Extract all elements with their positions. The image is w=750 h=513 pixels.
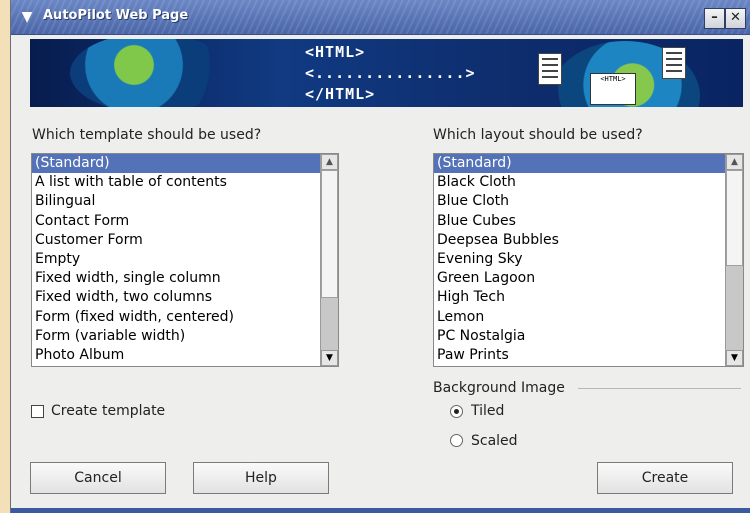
html-document-icon: <HTML> — [590, 73, 636, 105]
list-item[interactable]: PC Nostalgia — [434, 327, 725, 346]
title-bar[interactable]: ▼ AutoPilot Web Page – ✕ — [11, 0, 750, 35]
banner-code-line-3: </HTML> — [305, 85, 376, 103]
banner-code-line-2: <...............> — [305, 64, 476, 82]
scaled-radio[interactable] — [450, 434, 463, 447]
cancel-button[interactable]: Cancel — [30, 462, 166, 494]
globe-left-image — [70, 39, 230, 107]
list-item[interactable]: (Standard) — [434, 154, 725, 174]
list-item[interactable]: High Tech — [434, 288, 725, 307]
window-title: AutoPilot Web Page — [43, 8, 189, 23]
background-image-label: Background Image — [433, 380, 565, 396]
list-item[interactable]: Blue Cloth — [434, 192, 725, 211]
list-item[interactable]: A list with table of contents — [32, 173, 320, 192]
document-icon — [662, 47, 686, 79]
minimize-button[interactable]: – — [704, 8, 725, 29]
list-item[interactable]: Deepsea Bubbles — [434, 231, 725, 250]
scroll-thumb[interactable] — [321, 170, 338, 298]
scroll-thumb[interactable] — [726, 170, 743, 266]
list-item[interactable]: Empty — [32, 250, 320, 269]
scroll-down-icon[interactable]: ▼ — [321, 350, 338, 366]
scroll-up-icon[interactable]: ▲ — [321, 154, 338, 170]
list-item[interactable]: Green Lagoon — [434, 269, 725, 288]
template-label: Which template should be used? — [32, 127, 262, 143]
list-item[interactable]: Contact Form — [32, 212, 320, 231]
create-template-checkbox[interactable] — [31, 405, 44, 418]
list-item[interactable]: (Standard) — [32, 154, 320, 174]
list-item[interactable]: Form (fixed width, centered) — [32, 308, 320, 327]
list-item[interactable]: Photo Album — [32, 346, 320, 365]
document-icon — [538, 53, 562, 85]
layout-scrollbar[interactable]: ▲ ▼ — [725, 154, 743, 366]
list-item[interactable]: Blue Cubes — [434, 212, 725, 231]
template-listbox[interactable]: (Standard) A list with table of contents B… — [31, 153, 339, 367]
list-item[interactable]: Bilingual — [32, 192, 320, 211]
banner-code-line-1: <HTML> — [305, 43, 366, 61]
scroll-up-icon[interactable]: ▲ — [726, 154, 743, 170]
layout-list: (Standard) Black Cloth Blue Cloth Blue Cube… — [434, 154, 725, 365]
create-template-label[interactable]: Create template — [51, 403, 165, 419]
scroll-down-icon[interactable]: ▼ — [726, 350, 743, 366]
window-bottom-edge — [11, 508, 750, 513]
header-banner: <HTML> <...............> </HTML> <HTML> — [30, 39, 743, 107]
template-list: (Standard) A list with table of contents B… — [32, 154, 320, 365]
help-button[interactable]: Help — [193, 462, 329, 494]
window-menu-icon[interactable]: ▼ — [17, 7, 37, 27]
create-button[interactable]: Create — [597, 462, 733, 494]
list-item[interactable]: Black Cloth — [434, 173, 725, 192]
list-item[interactable]: Paw Prints — [434, 346, 725, 365]
list-item[interactable]: Form (variable width) — [32, 327, 320, 346]
list-item[interactable]: Evening Sky — [434, 250, 725, 269]
tiled-label[interactable]: Tiled — [471, 403, 504, 419]
template-scrollbar[interactable]: ▲ ▼ — [320, 154, 338, 366]
group-divider — [578, 388, 741, 389]
layout-listbox[interactable]: (Standard) Black Cloth Blue Cloth Blue Cube… — [433, 153, 744, 367]
layout-label: Which layout should be used? — [433, 127, 643, 143]
list-item[interactable]: Fixed width, two columns — [32, 288, 320, 307]
tiled-radio[interactable] — [450, 405, 463, 418]
dialog-window: ▼ AutoPilot Web Page – ✕ <HTML> <.......… — [10, 0, 750, 513]
scaled-label[interactable]: Scaled — [471, 433, 518, 449]
list-item[interactable]: Fixed width, single column — [32, 269, 320, 288]
list-item[interactable]: Lemon — [434, 308, 725, 327]
list-item[interactable]: Customer Form — [32, 231, 320, 250]
close-button[interactable]: ✕ — [725, 8, 746, 29]
